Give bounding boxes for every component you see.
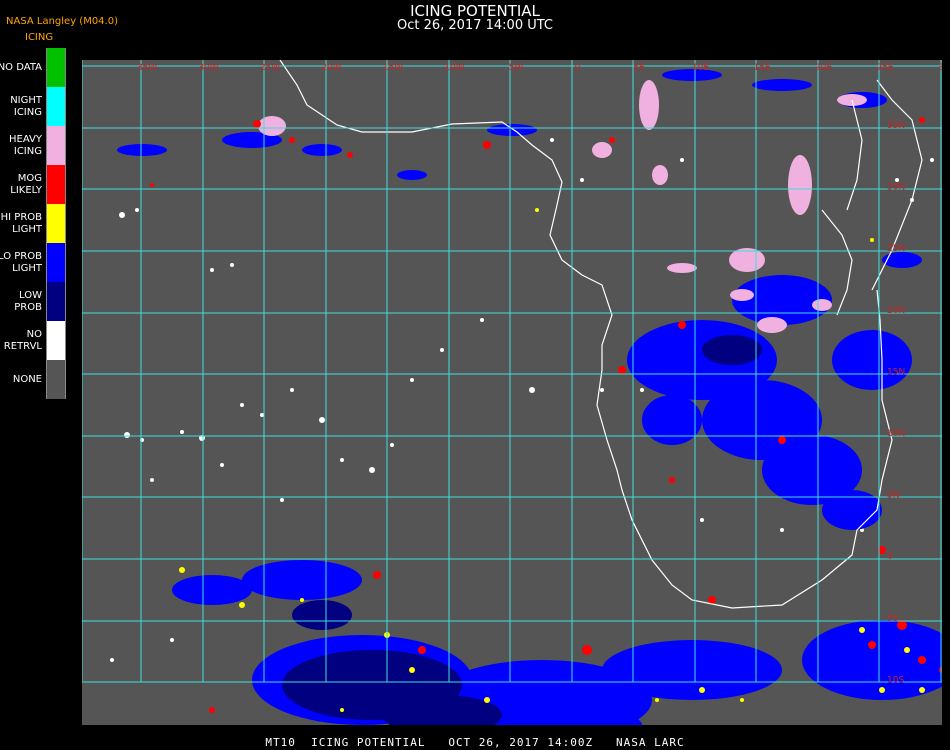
- legend-label-line: LO PROB: [0, 250, 42, 262]
- legend-item: HI PROB LIGHT: [0, 204, 66, 243]
- legend-label: NO DATA: [0, 48, 42, 87]
- latitude-label: 25N: [887, 244, 905, 254]
- map-background: [82, 60, 942, 725]
- legend-label: NO RETRVL: [0, 321, 42, 360]
- legend-label-line: NO DATA: [0, 61, 42, 73]
- legend-label-line: NIGHT: [10, 94, 42, 106]
- legend-item: NONE: [0, 360, 66, 399]
- longitude-label: 10W: [444, 63, 464, 73]
- longitude-label: 5W: [509, 63, 524, 73]
- legend-item: NO RETRVL: [0, 321, 66, 360]
- legend-label: HEAVY ICING: [0, 126, 42, 165]
- legend-label-line: NONE: [12, 373, 42, 385]
- footer-caption: MT10 ICING POTENTIAL OCT 26, 2017 14:00Z…: [265, 736, 685, 749]
- longitude-label: 30W: [198, 63, 218, 73]
- longitude-label: 15W: [383, 63, 403, 73]
- legend-swatch: [46, 126, 66, 165]
- longitude-label: 20W: [321, 63, 341, 73]
- legend-swatch: [46, 321, 66, 360]
- legend-label: NIGHT ICING: [0, 87, 42, 126]
- legend-label-line: RETRVL: [3, 340, 42, 352]
- latitude-label: 5S: [887, 614, 899, 624]
- longitude-label: 30E: [938, 63, 942, 73]
- latitude-label: 5N: [887, 491, 899, 501]
- legend-swatch: [46, 165, 66, 204]
- longitude-label: 5E: [633, 63, 645, 73]
- legend-label-line: LOW: [19, 289, 42, 301]
- legend-label-line: NO: [26, 328, 42, 340]
- legend-label-line: LIKELY: [10, 184, 42, 196]
- legend-swatch: [46, 48, 66, 87]
- legend-item: LOW PROB: [0, 282, 66, 321]
- legend-label-line: ICING: [13, 145, 42, 157]
- longitude-label: 25W: [260, 63, 280, 73]
- legend-label-line: HI PROB: [0, 211, 42, 223]
- latitude-label: 30N: [887, 183, 905, 193]
- legend-label-line: LIGHT: [12, 223, 42, 235]
- legend-label-line: ICING: [13, 106, 42, 118]
- legend-label-line: PROB: [14, 301, 42, 313]
- latitude-label: 20N: [887, 306, 905, 316]
- longitude-label: 10E: [692, 63, 709, 73]
- legend-label-line: MOG: [17, 172, 42, 184]
- legend-label-line: HEAVY: [9, 133, 42, 145]
- legend-swatch: [46, 204, 66, 243]
- longitude-label: 20E: [815, 63, 832, 73]
- legend-swatch: [46, 87, 66, 126]
- longitude-label: 15E: [753, 63, 770, 73]
- legend-item: MOG LIKELY: [0, 165, 66, 204]
- longitude-label: 35W: [137, 63, 157, 73]
- legend-label: MOG LIKELY: [0, 165, 42, 204]
- legend-swatch: [46, 282, 66, 321]
- legend-label-line: LIGHT: [12, 262, 42, 274]
- icing-map[interactable]: 35W 30W 25W 20W 15W 10W 5W 0 5E 10E 15E 20E 25E 30E 35…: [82, 60, 942, 725]
- longitude-label: 0: [575, 63, 581, 73]
- legend-label: NONE: [0, 360, 42, 399]
- latitude-label: 0: [887, 552, 893, 562]
- color-legend: NO DATA NIGHT ICING HEAVY ICING MOG LIKELY HI P…: [0, 48, 66, 399]
- legend-item: NIGHT ICING: [0, 87, 66, 126]
- legend-item: HEAVY ICING: [0, 126, 66, 165]
- legend-item: NO DATA: [0, 48, 66, 87]
- latitude-label: 15N: [887, 367, 905, 377]
- legend-swatch: [46, 243, 66, 282]
- latitude-label: 35N: [887, 121, 905, 131]
- map-timestamp: Oct 26, 2017 14:00 UTC: [397, 18, 553, 33]
- source-label: NASA Langley (M04.0): [6, 16, 118, 27]
- legend-item: LO PROB LIGHT: [0, 243, 66, 282]
- latitude-label: 10S: [887, 675, 904, 685]
- longitude-label: 25E: [876, 63, 893, 73]
- legend-label: LOW PROB: [0, 282, 42, 321]
- product-label: ICING: [25, 32, 54, 43]
- legend-label: LO PROB LIGHT: [0, 243, 42, 282]
- latitude-label: 10N: [887, 429, 905, 439]
- legend-label: HI PROB LIGHT: [0, 204, 42, 243]
- legend-swatch: [46, 360, 66, 399]
